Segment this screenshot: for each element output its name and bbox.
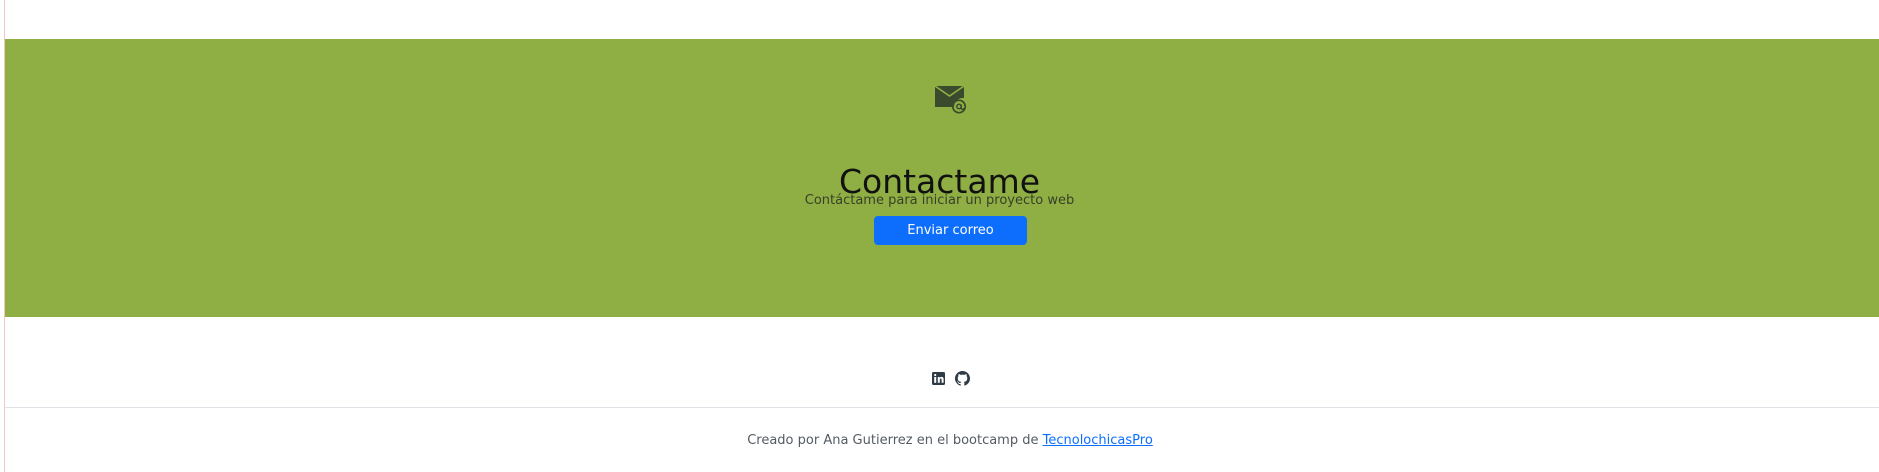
github-icon[interactable] xyxy=(955,371,970,386)
envelope-at-icon xyxy=(934,84,967,114)
social-links xyxy=(931,371,970,386)
page: Contactame Contáctame para iniciar un pr… xyxy=(0,0,1879,472)
contact-subtitle: Contáctame para iniciar un proyecto web xyxy=(804,193,1075,208)
credits-text: Creado por Ana Gutierrez en el bootcamp … xyxy=(747,433,1043,448)
send-email-button[interactable]: Enviar correo xyxy=(874,216,1027,245)
linkedin-icon[interactable] xyxy=(931,371,946,386)
footer-divider xyxy=(5,407,1879,408)
footer-credits: Creado por Ana Gutierrez en el bootcamp … xyxy=(0,432,1879,450)
bootcamp-link[interactable]: TecnolochicasPro xyxy=(1043,433,1153,448)
